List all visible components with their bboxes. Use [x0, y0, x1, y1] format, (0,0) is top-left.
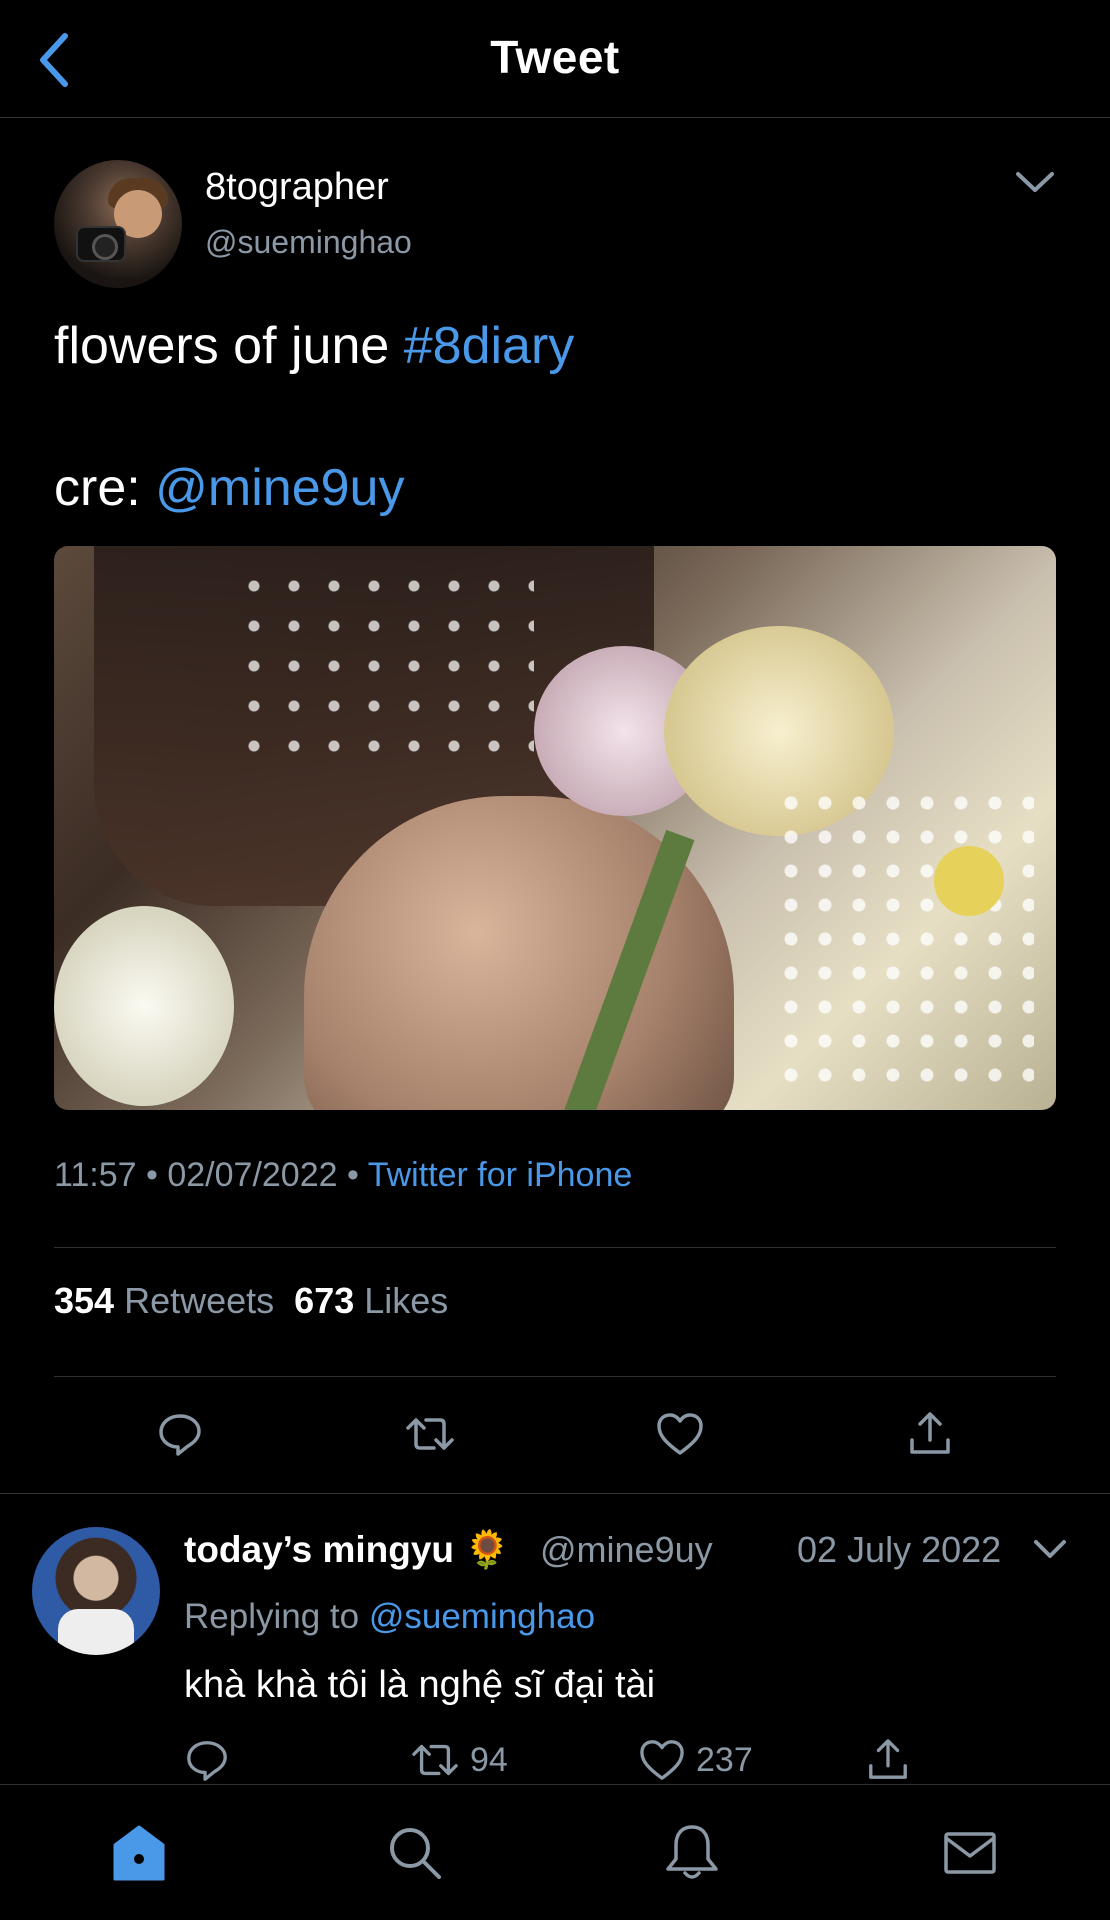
- tweet-options-button[interactable]: [1010, 162, 1060, 202]
- messages-icon: [944, 1832, 996, 1874]
- divider: [54, 1376, 1056, 1377]
- retweet-icon: [412, 1744, 458, 1776]
- sunflower-emoji: 🌻: [464, 1529, 511, 1570]
- divider: [54, 1247, 1056, 1248]
- bottom-tab-bar: [0, 1784, 1110, 1920]
- mention-link[interactable]: @mine9uy: [155, 459, 404, 517]
- home-icon: [113, 1825, 165, 1881]
- tweet-stats: 354 Retweets 673 Likes: [54, 1280, 448, 1322]
- author-handle[interactable]: @sueminghao: [205, 224, 412, 261]
- reply-retweet-count: 94: [470, 1740, 508, 1779]
- avatar[interactable]: [54, 160, 182, 288]
- notifications-icon: [666, 1825, 718, 1879]
- reply-avatar[interactable]: [32, 1527, 160, 1655]
- tab-notifications[interactable]: [652, 1813, 732, 1893]
- tab-messages[interactable]: [930, 1813, 1010, 1893]
- share-icon: [910, 1412, 950, 1454]
- tweet-source-link[interactable]: Twitter for iPhone: [368, 1156, 633, 1194]
- tab-home[interactable]: [99, 1813, 179, 1893]
- share-icon: [869, 1739, 907, 1779]
- replying-to: Replying to @sueminghao: [184, 1597, 596, 1636]
- reply-options-button[interactable]: [1030, 1532, 1070, 1568]
- replying-to-link[interactable]: @sueminghao: [369, 1597, 595, 1636]
- reply-like-button[interactable]: 237: [638, 1730, 753, 1790]
- retweet-button[interactable]: [400, 1404, 460, 1464]
- retweets-stat[interactable]: 354 Retweets: [54, 1280, 274, 1321]
- reply-share-button[interactable]: [866, 1730, 910, 1790]
- likes-stat[interactable]: 673 Likes: [294, 1280, 448, 1321]
- search-icon: [390, 1828, 441, 1879]
- reply-author-handle[interactable]: @mine9uy: [540, 1529, 713, 1571]
- reply-icon: [187, 1741, 227, 1781]
- page-title: Tweet: [490, 31, 620, 83]
- tweet-text-line-1: flowers of june #8diary: [54, 316, 574, 376]
- like-icon: [657, 1413, 703, 1455]
- reply-retweet-button[interactable]: 94: [410, 1730, 508, 1790]
- chevron-down-icon: [1016, 172, 1054, 192]
- like-icon: [640, 1740, 684, 1780]
- tweet-text: cre:: [54, 459, 156, 517]
- hashtag-link[interactable]: #8diary: [404, 317, 575, 375]
- share-button[interactable]: [900, 1404, 960, 1464]
- like-button[interactable]: [650, 1404, 710, 1464]
- tab-search[interactable]: [375, 1813, 455, 1893]
- chevron-down-icon: [1034, 1540, 1066, 1558]
- tweet-timestamp: 11:57 • 02/07/2022 •: [54, 1156, 368, 1194]
- tweet-text-line-2: cre: @mine9uy: [54, 458, 404, 518]
- reply-button[interactable]: [150, 1404, 210, 1464]
- tweet-text: flowers of june: [54, 317, 404, 375]
- top-nav-bar: Tweet: [0, 0, 1110, 118]
- author-display-name[interactable]: 8tographer: [205, 166, 389, 209]
- reply-text: khà khà tôi là nghệ sĩ đại tài: [184, 1664, 656, 1706]
- reply-date: 02 July 2022: [797, 1529, 1002, 1570]
- reply-icon: [159, 1414, 201, 1456]
- tweet-metadata: 11:57 • 02/07/2022 • Twitter for iPhone: [54, 1156, 632, 1195]
- reply-author-display-name[interactable]: today’s mingyu 🌻: [184, 1529, 510, 1572]
- tweet-photo[interactable]: [54, 546, 1056, 1110]
- reply-like-count: 237: [696, 1740, 753, 1779]
- reply-reply-button[interactable]: [184, 1730, 230, 1790]
- divider: [0, 1493, 1110, 1494]
- retweet-icon: [406, 1418, 454, 1450]
